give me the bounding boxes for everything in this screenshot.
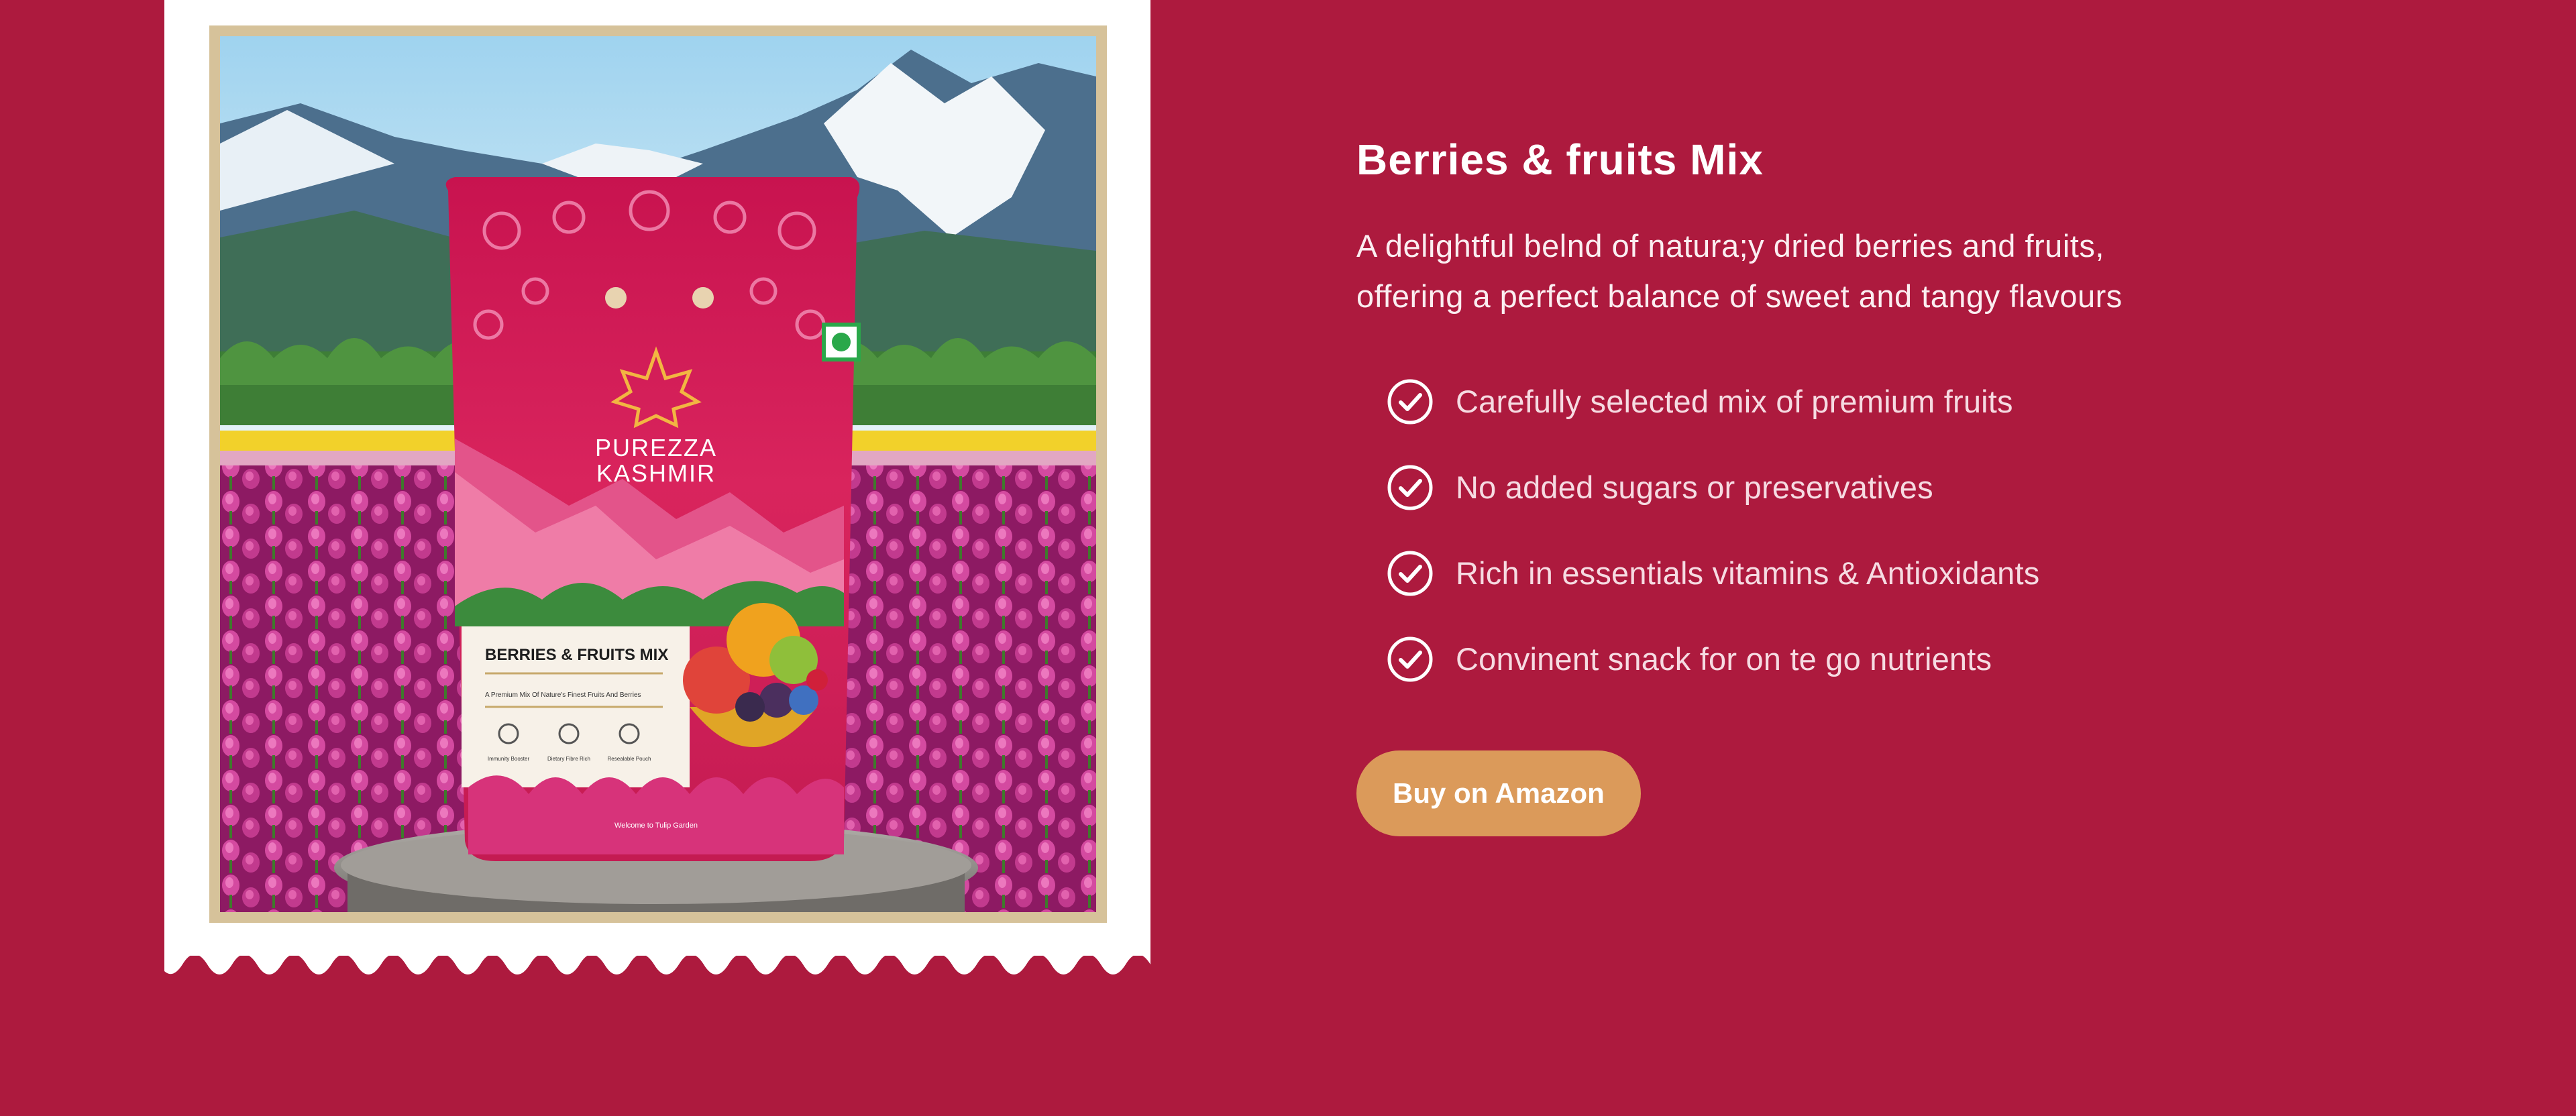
feature-label: No added sugars or preservatives [1456, 469, 1933, 506]
product-photo: PUREZZA KASHMIR BERRIES & FRUITS MIX A P… [220, 36, 1096, 912]
pouch-badge-2: Dietary Fibre Rich [547, 756, 590, 762]
product-description: A delightful belnd of natura;y dried ber… [1356, 227, 2123, 314]
feature-item: Carefully selected mix of premium fruits [1356, 359, 2128, 445]
product-image-frame: PUREZZA KASHMIR BERRIES & FRUITS MIX A P… [209, 25, 1107, 923]
product-pouch: PUREZZA KASHMIR BERRIES & FRUITS MIX A P… [445, 177, 861, 861]
feature-label: Rich in essentials vitamins & Antioxidan… [1456, 555, 2040, 592]
feature-item: No added sugars or preservatives [1356, 445, 2128, 531]
product-info: Berries & fruits Mix A delightful belnd … [1356, 134, 2128, 836]
feature-item: Convinent snack for on te go nutrients [1356, 616, 2128, 702]
check-circle-icon [1387, 636, 1433, 682]
check-circle-icon [1387, 551, 1433, 596]
feature-label: Convinent snack for on te go nutrients [1456, 641, 1992, 677]
pouch-product-name: BERRIES & FRUITS MIX [485, 646, 668, 664]
check-circle-icon [1387, 379, 1433, 425]
pouch-badge-1: Immunity Booster [488, 756, 530, 762]
feature-item: Rich in essentials vitamins & Antioxidan… [1356, 531, 2128, 616]
check-circle-icon [1387, 465, 1433, 510]
product-title: Berries & fruits Mix [1356, 135, 1764, 184]
pouch-brand-line2: KASHMIR [596, 459, 716, 487]
pouch-footer: Welcome to Tulip Garden [614, 822, 698, 830]
wavy-card-edge [164, 939, 1150, 974]
pouch-badge-3: Resealable Pouch [608, 756, 651, 762]
feature-label: Carefully selected mix of premium fruits [1456, 384, 2013, 420]
buy-on-amazon-button[interactable]: Buy on Amazon [1356, 750, 1641, 836]
pouch-brand-line1: PUREZZA [595, 434, 717, 461]
feature-list: Carefully selected mix of premium fruits… [1356, 359, 2128, 702]
pouch-tagline: A Premium Mix Of Nature's Finest Fruits … [485, 691, 641, 699]
